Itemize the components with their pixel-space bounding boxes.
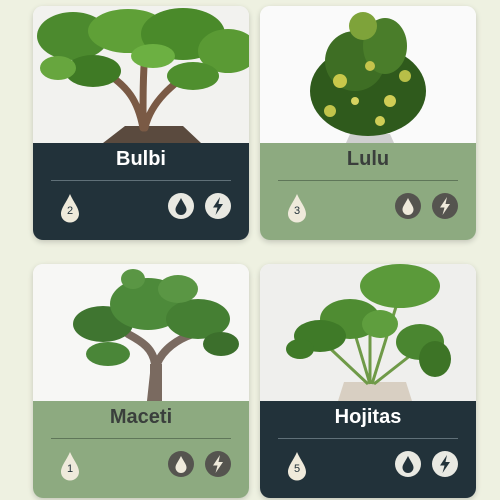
plant-card-bulbi[interactable]: Bulbi 2 bbox=[33, 6, 249, 240]
plant-card-lulu[interactable]: Lulu 3 bbox=[260, 6, 476, 240]
plant-photo bbox=[260, 264, 476, 401]
water-drop-icon[interactable] bbox=[168, 451, 194, 477]
water-drop-icon[interactable] bbox=[395, 451, 421, 477]
plant-name: Maceti bbox=[109, 406, 173, 428]
water-drop-icon[interactable] bbox=[168, 193, 194, 219]
lightning-icon[interactable] bbox=[205, 193, 231, 219]
plant-name: Lulu bbox=[346, 148, 390, 170]
divider bbox=[278, 438, 458, 439]
plant-photo bbox=[260, 6, 476, 143]
plant-info-panel: Lulu 3 bbox=[260, 143, 476, 240]
water-level-drop-icon: 5 bbox=[287, 451, 307, 481]
plant-info-panel: Maceti 1 bbox=[33, 401, 249, 498]
divider bbox=[51, 438, 231, 439]
water-level-count: 3 bbox=[293, 205, 301, 217]
water-level-drop-icon: 2 bbox=[60, 193, 80, 223]
plant-name: Bulbi bbox=[116, 148, 166, 170]
water-level-count: 5 bbox=[293, 463, 301, 475]
water-level-count: 2 bbox=[66, 205, 74, 217]
plant-name: Hojitas bbox=[334, 406, 402, 428]
water-level-count: 1 bbox=[66, 463, 74, 475]
water-drop-icon[interactable] bbox=[395, 193, 421, 219]
plant-card-maceti[interactable]: Maceti 1 bbox=[33, 264, 249, 498]
lightning-icon[interactable] bbox=[432, 451, 458, 477]
plant-info-panel: Bulbi 2 bbox=[33, 143, 249, 240]
plant-info-panel: Hojitas 5 bbox=[260, 401, 476, 498]
plant-photo bbox=[33, 264, 249, 401]
lightning-icon[interactable] bbox=[205, 451, 231, 477]
water-level-drop-icon: 3 bbox=[287, 193, 307, 223]
plant-card-hojitas[interactable]: Hojitas 5 bbox=[260, 264, 476, 498]
divider bbox=[51, 180, 231, 181]
water-level-drop-icon: 1 bbox=[60, 451, 80, 481]
divider bbox=[278, 180, 458, 181]
lightning-icon[interactable] bbox=[432, 193, 458, 219]
plant-photo bbox=[33, 6, 249, 143]
